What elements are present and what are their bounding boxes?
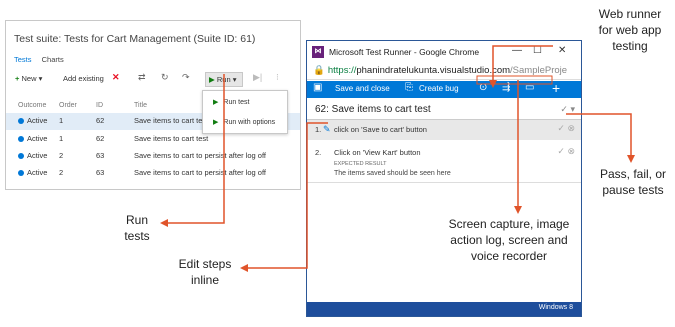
col-id[interactable]: ID <box>96 102 103 109</box>
suite-title: Test suite: Tests for Cart Management (S… <box>14 33 256 45</box>
runner-toolbar: ▣ Save and close ⎘ Create bug ⊙ ⇶ ▭ + <box>307 80 581 98</box>
step-number: 1. <box>315 125 322 134</box>
annotation-run-tests: Run tests <box>124 213 150 243</box>
row-id: 62 <box>96 116 105 125</box>
step-number: 2. <box>315 148 322 157</box>
redo-icon[interactable]: ↷ <box>182 72 190 83</box>
step-text[interactable]: Click on 'View Kart' button <box>334 148 421 157</box>
run-label: Run <box>216 75 231 84</box>
test-title: 62: Save items to cart test <box>315 104 431 115</box>
edit-pencil-icon[interactable]: ✎ <box>323 124 331 135</box>
expected-result-text: The items saved should be seen here <box>334 170 451 177</box>
table-row[interactable]: Active 2 63 Save items to cart to persis… <box>6 165 300 182</box>
row-order: 1 <box>59 116 64 125</box>
row-order: 1 <box>59 134 64 143</box>
visual-studio-logo-icon: ⋈ <box>312 46 324 58</box>
lock-icon: 🔒 <box>313 65 325 76</box>
create-bug-button[interactable]: Create bug <box>419 84 459 93</box>
col-outcome[interactable]: Outcome <box>18 102 46 109</box>
status-dot-icon <box>18 136 24 142</box>
row-title: Save items to cart to persist after log … <box>134 168 267 177</box>
arrowhead <box>627 155 635 163</box>
status-bar: Windows 8 <box>307 302 581 316</box>
col-order[interactable]: Order <box>59 102 77 109</box>
menu-item-label: Run with options <box>223 119 276 126</box>
add-existing-button[interactable]: Add existing <box>63 74 104 83</box>
status-text: Windows 8 <box>538 304 573 311</box>
chevron-down-icon[interactable]: ▾ <box>570 104 575 114</box>
annotation-web-runner: Web runner for web app testing <box>598 7 662 53</box>
run-dropdown-menu: ▶ Run test ▶ Run with options <box>202 90 288 134</box>
bug-icon[interactable]: ⎘ <box>405 82 413 93</box>
step-actions: ✓ ⊗ <box>557 123 575 134</box>
suite-toolbar: + New ▾ Add existing ✕ ⇄ ↻ ↷ ▶ Run ▾ ▶| … <box>6 71 300 89</box>
screenshot-icon[interactable]: ⊙ <box>479 82 487 93</box>
menu-item-label: Run test <box>223 99 250 106</box>
minimize-icon[interactable]: — <box>512 45 522 56</box>
suite-tabs: Tests Charts <box>14 55 72 64</box>
test-suite-panel: Test suite: Tests for Cart Management (S… <box>5 20 301 190</box>
plus-icon: + <box>15 74 20 83</box>
save-and-close-button[interactable]: Save and close <box>335 84 390 93</box>
resume-icon[interactable]: ▶| <box>253 72 262 83</box>
annotation-pass-fail: Pass, fail, or pause tests <box>599 167 667 197</box>
pass-icon[interactable]: ✓ <box>560 104 568 114</box>
fail-step-icon[interactable]: ⊗ <box>567 146 575 156</box>
menu-item-run-test[interactable]: ▶ Run test <box>203 93 287 113</box>
pass-step-icon[interactable]: ✓ <box>557 123 565 133</box>
test-step[interactable]: 2. Click on 'View Kart' button ✓ ⊗ <box>307 143 581 157</box>
row-title: Save items to cart test <box>134 134 209 143</box>
row-id: 63 <box>96 151 105 160</box>
play-icon: ▶ <box>213 119 219 126</box>
maximize-icon[interactable]: ☐ <box>533 45 542 56</box>
tab-tests[interactable]: Tests <box>14 55 32 64</box>
step-actions: ✓ ⊗ <box>557 146 575 157</box>
delete-icon[interactable]: ✕ <box>112 72 120 83</box>
new-button[interactable]: + New ▾ <box>15 74 42 83</box>
play-icon: ▶ <box>209 75 215 84</box>
run-button[interactable]: ▶ Run ▾ <box>205 72 243 87</box>
test-outcome-controls: ✓ ▾ <box>560 104 575 115</box>
row-id: 62 <box>96 134 105 143</box>
url-host: phanindratelukunta.visualstudio.com <box>356 65 511 76</box>
url-path: /SampleProje <box>510 65 568 76</box>
col-title[interactable]: Title <box>134 102 147 109</box>
row-id: 63 <box>96 168 105 177</box>
url-scheme: https:// <box>327 65 357 76</box>
tab-charts[interactable]: Charts <box>42 55 64 64</box>
row-order: 2 <box>59 151 64 160</box>
row-title: Save items to cart to persist after log … <box>134 151 267 160</box>
fail-step-icon[interactable]: ⊗ <box>567 123 575 133</box>
row-order: 2 <box>59 168 64 177</box>
window-title: Microsoft Test Runner - Google Chrome <box>329 47 480 57</box>
refresh-icon[interactable]: ↻ <box>161 72 169 83</box>
window-titlebar[interactable]: ⋈ Microsoft Test Runner - Google Chrome … <box>307 41 581 63</box>
step-text[interactable]: click on 'Save to cart' button <box>334 125 427 134</box>
status-dot-icon <box>18 170 24 176</box>
annotation-capture: Screen capture, image action log, screen … <box>448 217 570 263</box>
status-dot-icon <box>18 118 24 124</box>
close-icon[interactable]: ✕ <box>558 45 566 56</box>
add-icon[interactable]: + <box>552 80 560 96</box>
address-bar[interactable]: 🔒 https://phanindratelukunta.visualstudio… <box>307 63 581 80</box>
shuffle-icon[interactable]: ⇄ <box>138 72 146 83</box>
action-log-icon[interactable]: ⇶ <box>502 82 510 93</box>
divider <box>307 182 581 183</box>
pass-step-icon[interactable]: ✓ <box>557 146 565 156</box>
test-step[interactable]: 1. ✎ click on 'Save to cart' button ✓ ⊗ <box>307 120 581 140</box>
expected-result-label: EXPECTED RESULT <box>334 161 387 167</box>
test-runner-window: ⋈ Microsoft Test Runner - Google Chrome … <box>306 40 582 317</box>
new-label: New <box>21 74 37 83</box>
play-icon: ▶ <box>213 99 219 106</box>
annotation-edit-steps: Edit steps inline <box>178 257 232 287</box>
video-recorder-icon[interactable]: ▭ <box>525 82 534 93</box>
table-row[interactable]: Active 2 63 Save items to cart to persis… <box>6 148 300 165</box>
status-dot-icon <box>18 153 24 159</box>
menu-item-run-with-options[interactable]: ▶ Run with options <box>203 113 287 133</box>
save-icon[interactable]: ▣ <box>313 82 322 93</box>
row-title: Save items to cart test <box>134 116 209 125</box>
more-icon[interactable]: ⁝ <box>276 72 279 83</box>
